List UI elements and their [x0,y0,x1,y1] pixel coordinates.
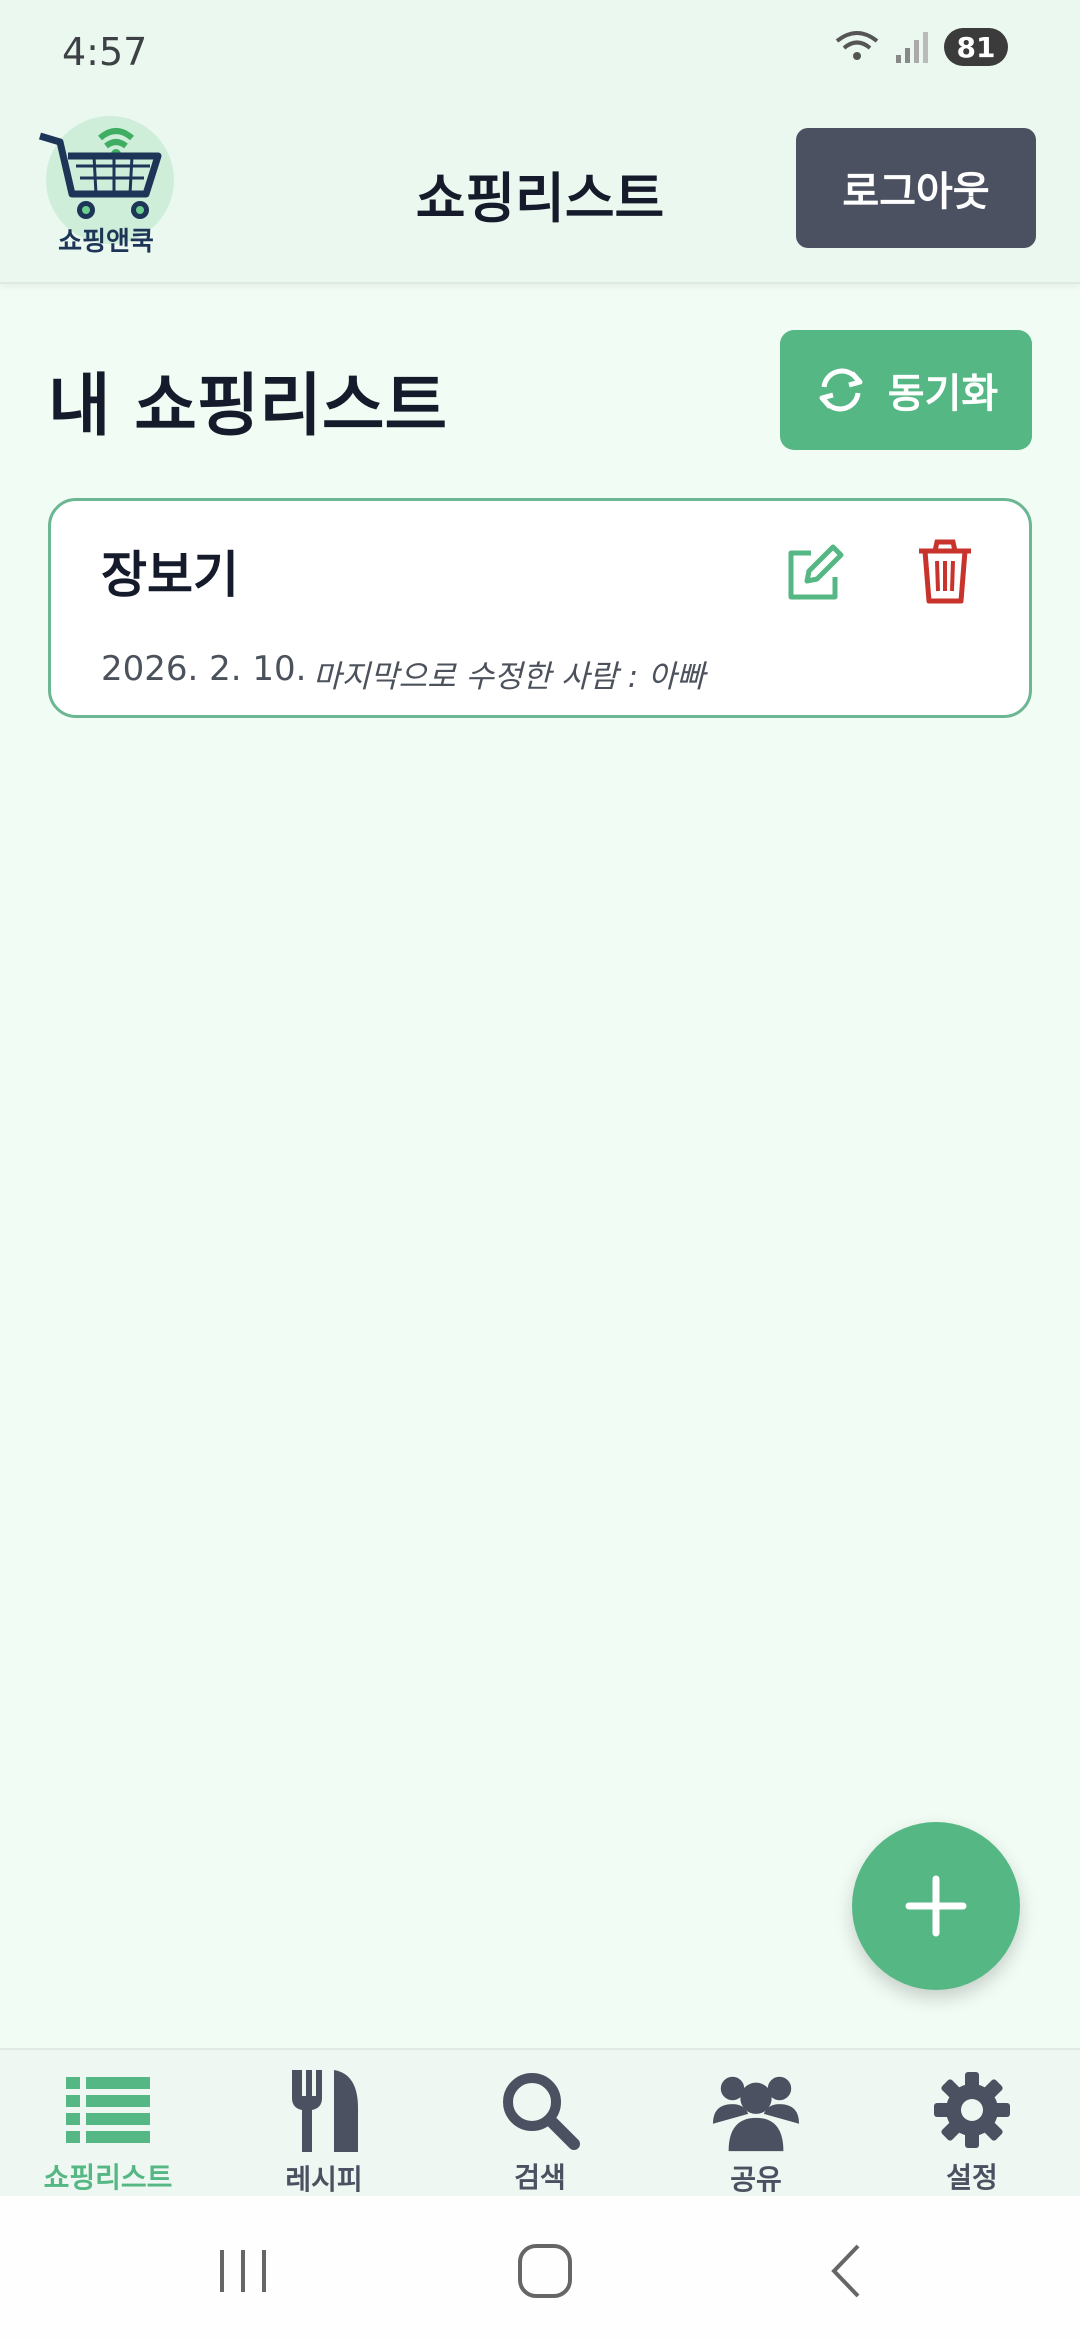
nav-label: 설정 [946,2161,998,2194]
system-nav-bar [0,2196,1080,2340]
trash-icon[interactable] [913,537,977,607]
bottom-nav: 쇼핑리스트 레시피 검색 공유 설정 [0,2048,1080,2196]
search-icon [503,2073,580,2150]
nav-label: 레시피 [285,2163,363,2196]
nav-label: 쇼핑리스트 [43,2161,173,2194]
gear-icon [934,2072,1010,2148]
last-editor: 마지막으로 수정한 사람 : 아빠 [313,659,706,695]
sync-label: 동기화 [887,371,999,417]
home-icon[interactable] [510,2236,580,2306]
nav-item-shopping-list[interactable]: 쇼핑리스트 [0,2050,216,2196]
nav-label: 공유 [730,2163,782,2196]
back-icon[interactable] [812,2236,882,2306]
shopping-list-card[interactable]: 장보기 2026. 2. 10. 마지막으로 수정한 사람 : 아빠 [48,498,1032,718]
people-icon [712,2076,800,2152]
signal-icon [896,32,928,63]
add-list-button[interactable] [852,1822,1020,1990]
list-icon [66,2077,150,2143]
nav-item-share[interactable]: 공유 [648,2050,864,2196]
status-time: 4:57 [62,30,148,74]
nav-label: 검색 [514,2161,566,2194]
fork-knife-icon [292,2070,358,2152]
plus-icon [905,1875,967,1937]
list-date: 2026. 2. 10. [101,649,307,689]
page-title: 내 쇼핑리스트 [48,367,448,446]
app-header: 쇼핑앤쿡 쇼핑리스트 로그아웃 [0,108,1080,284]
wifi-icon [835,31,879,60]
edit-icon[interactable] [781,541,847,607]
logout-button[interactable]: 로그아웃 [796,128,1036,248]
status-bar: 4:57 81 [0,0,1080,108]
sync-button[interactable]: 동기화 [780,330,1032,450]
sync-icon [819,368,863,412]
recent-apps-icon[interactable] [208,2236,278,2306]
nav-item-search[interactable]: 검색 [432,2050,648,2196]
nav-item-settings[interactable]: 설정 [864,2050,1080,2196]
list-name: 장보기 [101,546,239,604]
battery-level: 81 [956,30,996,64]
battery-icon: 81 [944,28,1008,66]
status-icons: 81 [834,28,1008,66]
nav-item-recipe[interactable]: 레시피 [216,2050,432,2196]
